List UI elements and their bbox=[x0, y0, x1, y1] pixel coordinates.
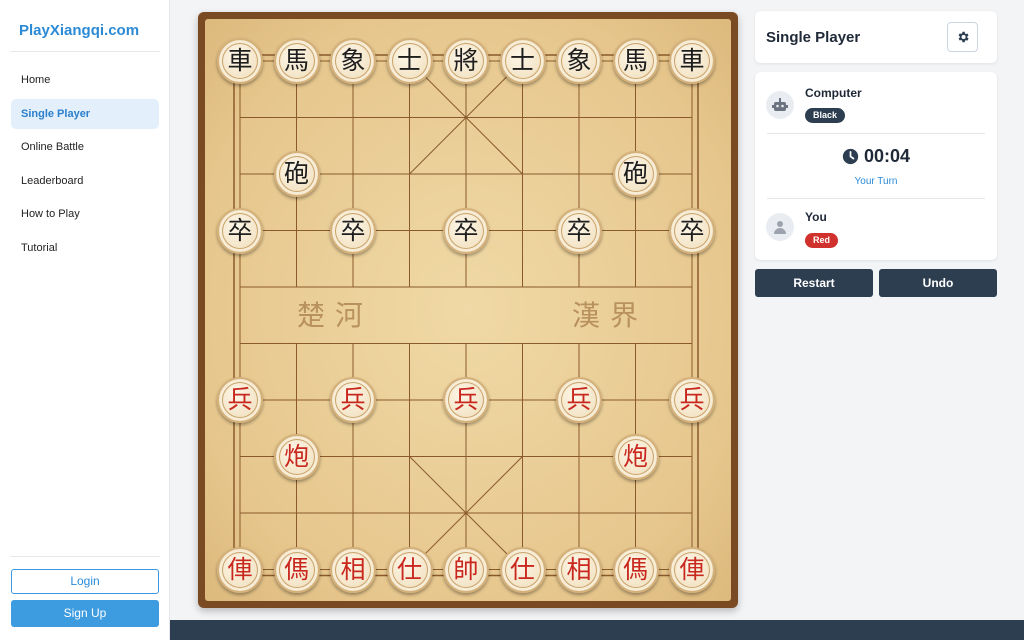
board-surface[interactable]: 楚河 漢界 車馬象士將士象馬車砲砲卒卒卒卒卒兵兵兵兵兵炮炮俥傌相仕帥仕相傌俥 bbox=[205, 19, 731, 601]
auth-section: Login Sign Up bbox=[10, 556, 160, 627]
site-logo[interactable]: PlayXiangqi.com bbox=[10, 10, 160, 52]
red-piece[interactable]: 炮 bbox=[273, 433, 320, 480]
red-piece[interactable]: 傌 bbox=[612, 546, 659, 593]
login-button[interactable]: Login bbox=[11, 569, 159, 594]
divider bbox=[767, 198, 985, 199]
red-piece[interactable]: 兵 bbox=[669, 377, 715, 423]
black-piece[interactable]: 車 bbox=[669, 38, 715, 84]
sidebar-nav: Home Single Player Online Battle Leaderb… bbox=[11, 65, 159, 266]
player-side-badge: Red bbox=[805, 233, 839, 248]
sidebar-item-tutorial[interactable]: Tutorial bbox=[11, 233, 159, 263]
red-piece[interactable]: 傌 bbox=[273, 546, 320, 593]
black-piece[interactable]: 卒 bbox=[443, 207, 489, 254]
page-title: Single Player bbox=[766, 29, 861, 46]
black-piece[interactable]: 卒 bbox=[330, 207, 376, 254]
black-piece[interactable]: 砲 bbox=[612, 151, 659, 197]
black-piece[interactable]: 士 bbox=[499, 38, 546, 84]
red-piece[interactable]: 仕 bbox=[386, 546, 433, 593]
black-piece[interactable]: 象 bbox=[330, 38, 376, 84]
black-piece[interactable]: 象 bbox=[556, 38, 602, 84]
red-piece[interactable]: 兵 bbox=[443, 377, 489, 423]
computer-avatar bbox=[766, 91, 794, 119]
turn-indicator: Your Turn bbox=[854, 176, 898, 187]
divider bbox=[767, 133, 985, 134]
black-piece[interactable]: 卒 bbox=[556, 207, 602, 254]
red-piece[interactable]: 兵 bbox=[217, 377, 263, 423]
clock-icon bbox=[842, 148, 859, 165]
black-piece[interactable]: 馬 bbox=[612, 38, 659, 84]
black-piece[interactable]: 士 bbox=[386, 38, 433, 84]
red-piece[interactable]: 俥 bbox=[669, 546, 715, 593]
black-piece[interactable]: 馬 bbox=[273, 38, 320, 84]
gear-icon bbox=[958, 31, 969, 43]
sidebar-item-online-battle[interactable]: Online Battle bbox=[11, 132, 159, 162]
sidebar-item-how-to-play[interactable]: How to Play bbox=[11, 199, 159, 229]
board-grid bbox=[233, 54, 699, 577]
red-piece[interactable]: 兵 bbox=[556, 377, 602, 423]
black-piece[interactable]: 將 bbox=[443, 38, 489, 84]
undo-button[interactable]: Undo bbox=[879, 269, 997, 297]
footer-bar bbox=[170, 620, 1024, 640]
river-label-han-jie: 漢界 bbox=[572, 299, 649, 332]
game-board: 楚河 漢界 車馬象士將士象馬車砲砲卒卒卒卒卒兵兵兵兵兵炮炮俥傌相仕帥仕相傌俥 bbox=[198, 12, 738, 608]
red-piece[interactable]: 炮 bbox=[612, 433, 659, 480]
sidebar-item-single-player[interactable]: Single Player bbox=[11, 98, 159, 129]
player-name: You bbox=[805, 210, 827, 224]
opponent-name: Computer bbox=[805, 86, 862, 100]
user-icon bbox=[774, 221, 786, 234]
mode-header: Single Player bbox=[755, 11, 997, 63]
red-piece[interactable]: 相 bbox=[556, 546, 602, 593]
players-card: Computer Black 00:04 Your Turn You Red bbox=[755, 72, 997, 260]
red-piece[interactable]: 帥 bbox=[443, 546, 489, 593]
red-piece[interactable]: 俥 bbox=[217, 546, 263, 593]
settings-button[interactable] bbox=[947, 22, 978, 52]
river-label-chu-he: 楚河 bbox=[297, 299, 374, 332]
red-piece[interactable]: 兵 bbox=[330, 377, 376, 423]
game-timer: 00:04 bbox=[755, 146, 997, 167]
black-piece[interactable]: 車 bbox=[217, 38, 263, 84]
sidebar-item-home[interactable]: Home bbox=[11, 65, 159, 95]
opponent-side-badge: Black bbox=[805, 108, 846, 123]
sidebar-item-leaderboard[interactable]: Leaderboard bbox=[11, 166, 159, 196]
robot-icon bbox=[772, 98, 788, 111]
red-piece[interactable]: 相 bbox=[330, 546, 376, 593]
player-avatar bbox=[766, 213, 794, 241]
restart-button[interactable]: Restart bbox=[755, 269, 873, 297]
red-piece[interactable]: 仕 bbox=[499, 546, 546, 593]
black-piece[interactable]: 砲 bbox=[273, 151, 320, 197]
sidebar: PlayXiangqi.com Home Single Player Onlin… bbox=[0, 0, 170, 640]
black-piece[interactable]: 卒 bbox=[669, 207, 715, 254]
timer-value: 00:04 bbox=[863, 146, 911, 166]
black-piece[interactable]: 卒 bbox=[217, 207, 263, 254]
signup-button[interactable]: Sign Up bbox=[11, 600, 159, 627]
